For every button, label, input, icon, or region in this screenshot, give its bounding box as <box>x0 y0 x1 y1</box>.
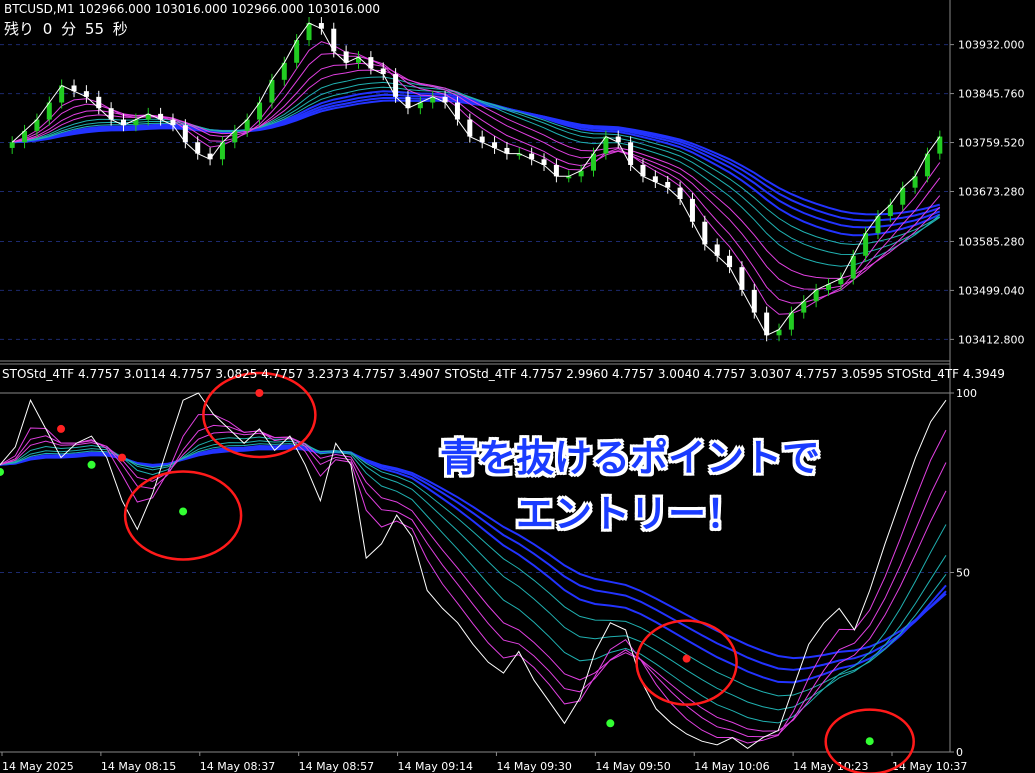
time-tick-label: 14 May 2025 <box>2 760 74 773</box>
time-tick-label: 14 May 09:14 <box>398 760 473 773</box>
signal-point-red <box>118 453 127 462</box>
time-tick-label: 14 May 09:30 <box>496 760 571 773</box>
candle-body <box>9 142 15 148</box>
trading-chart[interactable]: 103932.000 103845.760 103759.520 103673.280… <box>0 0 1035 773</box>
time-axis: 14 May 2025 14 May 08:15 14 May 08:37 14 Ma… <box>1 752 967 773</box>
signal-point-red <box>57 424 66 433</box>
timer-minutes-label: 分 <box>61 20 77 38</box>
signal-point-red <box>682 654 691 663</box>
time-tick-label: 14 May 10:23 <box>793 760 868 773</box>
timer-seconds: 55 <box>84 20 105 38</box>
price-axis: 103932.000 103845.760 103759.520 103673.280… <box>950 39 1024 346</box>
chart-symbol: BTCUSD,M1 <box>4 2 75 16</box>
indicator-axis: 100 50 0 <box>950 387 977 759</box>
time-tick-label: 14 May 08:57 <box>299 760 374 773</box>
ma-ribbon-line <box>12 52 941 304</box>
indicator-tick-label: 50 <box>956 567 970 580</box>
price-tick-label: 103585.280 <box>958 235 1024 248</box>
candle-timer: 残り 0 分 55 秒 <box>4 18 132 39</box>
timer-minutes: 0 <box>42 20 53 38</box>
price-tick-label: 103673.280 <box>958 185 1024 198</box>
time-tick-label: 14 May 08:37 <box>200 760 275 773</box>
ma-ribbon-line <box>12 90 941 237</box>
price-pane[interactable] <box>9 17 943 342</box>
ma-ribbon-line <box>12 99 941 216</box>
timer-seconds-label: 秒 <box>112 20 128 38</box>
ma-ribbon-line <box>12 62 941 290</box>
chart-header: BTCUSD,M1 102966.000 103016.000 102966.0… <box>4 2 380 16</box>
indicator-tick-label: 0 <box>956 746 963 759</box>
indicator-tick-label: 100 <box>956 387 977 400</box>
time-tick-label: 14 May 10:06 <box>694 760 769 773</box>
entry-point-green <box>865 737 874 746</box>
price-tick-label: 103845.760 <box>958 88 1024 101</box>
annotation-line-2: エントリー！ <box>515 492 744 536</box>
signal-point-red <box>255 389 264 397</box>
price-tick-label: 103932.000 <box>958 39 1024 52</box>
time-tick-label: 14 May 08:15 <box>101 760 176 773</box>
entry-annotation: 青を抜けるポイントで エントリー！ <box>385 430 875 542</box>
indicator-label: STOStd_4TF 4.7757 3.0114 4.7757 3.0825 4… <box>2 367 1005 381</box>
entry-point-green <box>0 467 4 476</box>
price-tick-label: 103759.520 <box>958 137 1024 150</box>
price-tick-label: 103412.800 <box>958 333 1024 346</box>
time-tick-label: 14 May 09:50 <box>595 760 670 773</box>
timer-remaining-label: 残り <box>4 20 35 38</box>
price-tick-label: 103499.040 <box>958 284 1024 297</box>
highlight-circle <box>202 371 317 459</box>
ma-ribbon-line <box>12 93 941 229</box>
chart-ohlc: 102966.000 103016.000 102966.000 103016.… <box>78 2 381 16</box>
entry-point-green <box>87 460 96 469</box>
annotation-line-1: 青を抜けるポイントで <box>439 436 820 480</box>
entry-point-green <box>606 719 615 728</box>
entry-point-green <box>179 507 188 516</box>
